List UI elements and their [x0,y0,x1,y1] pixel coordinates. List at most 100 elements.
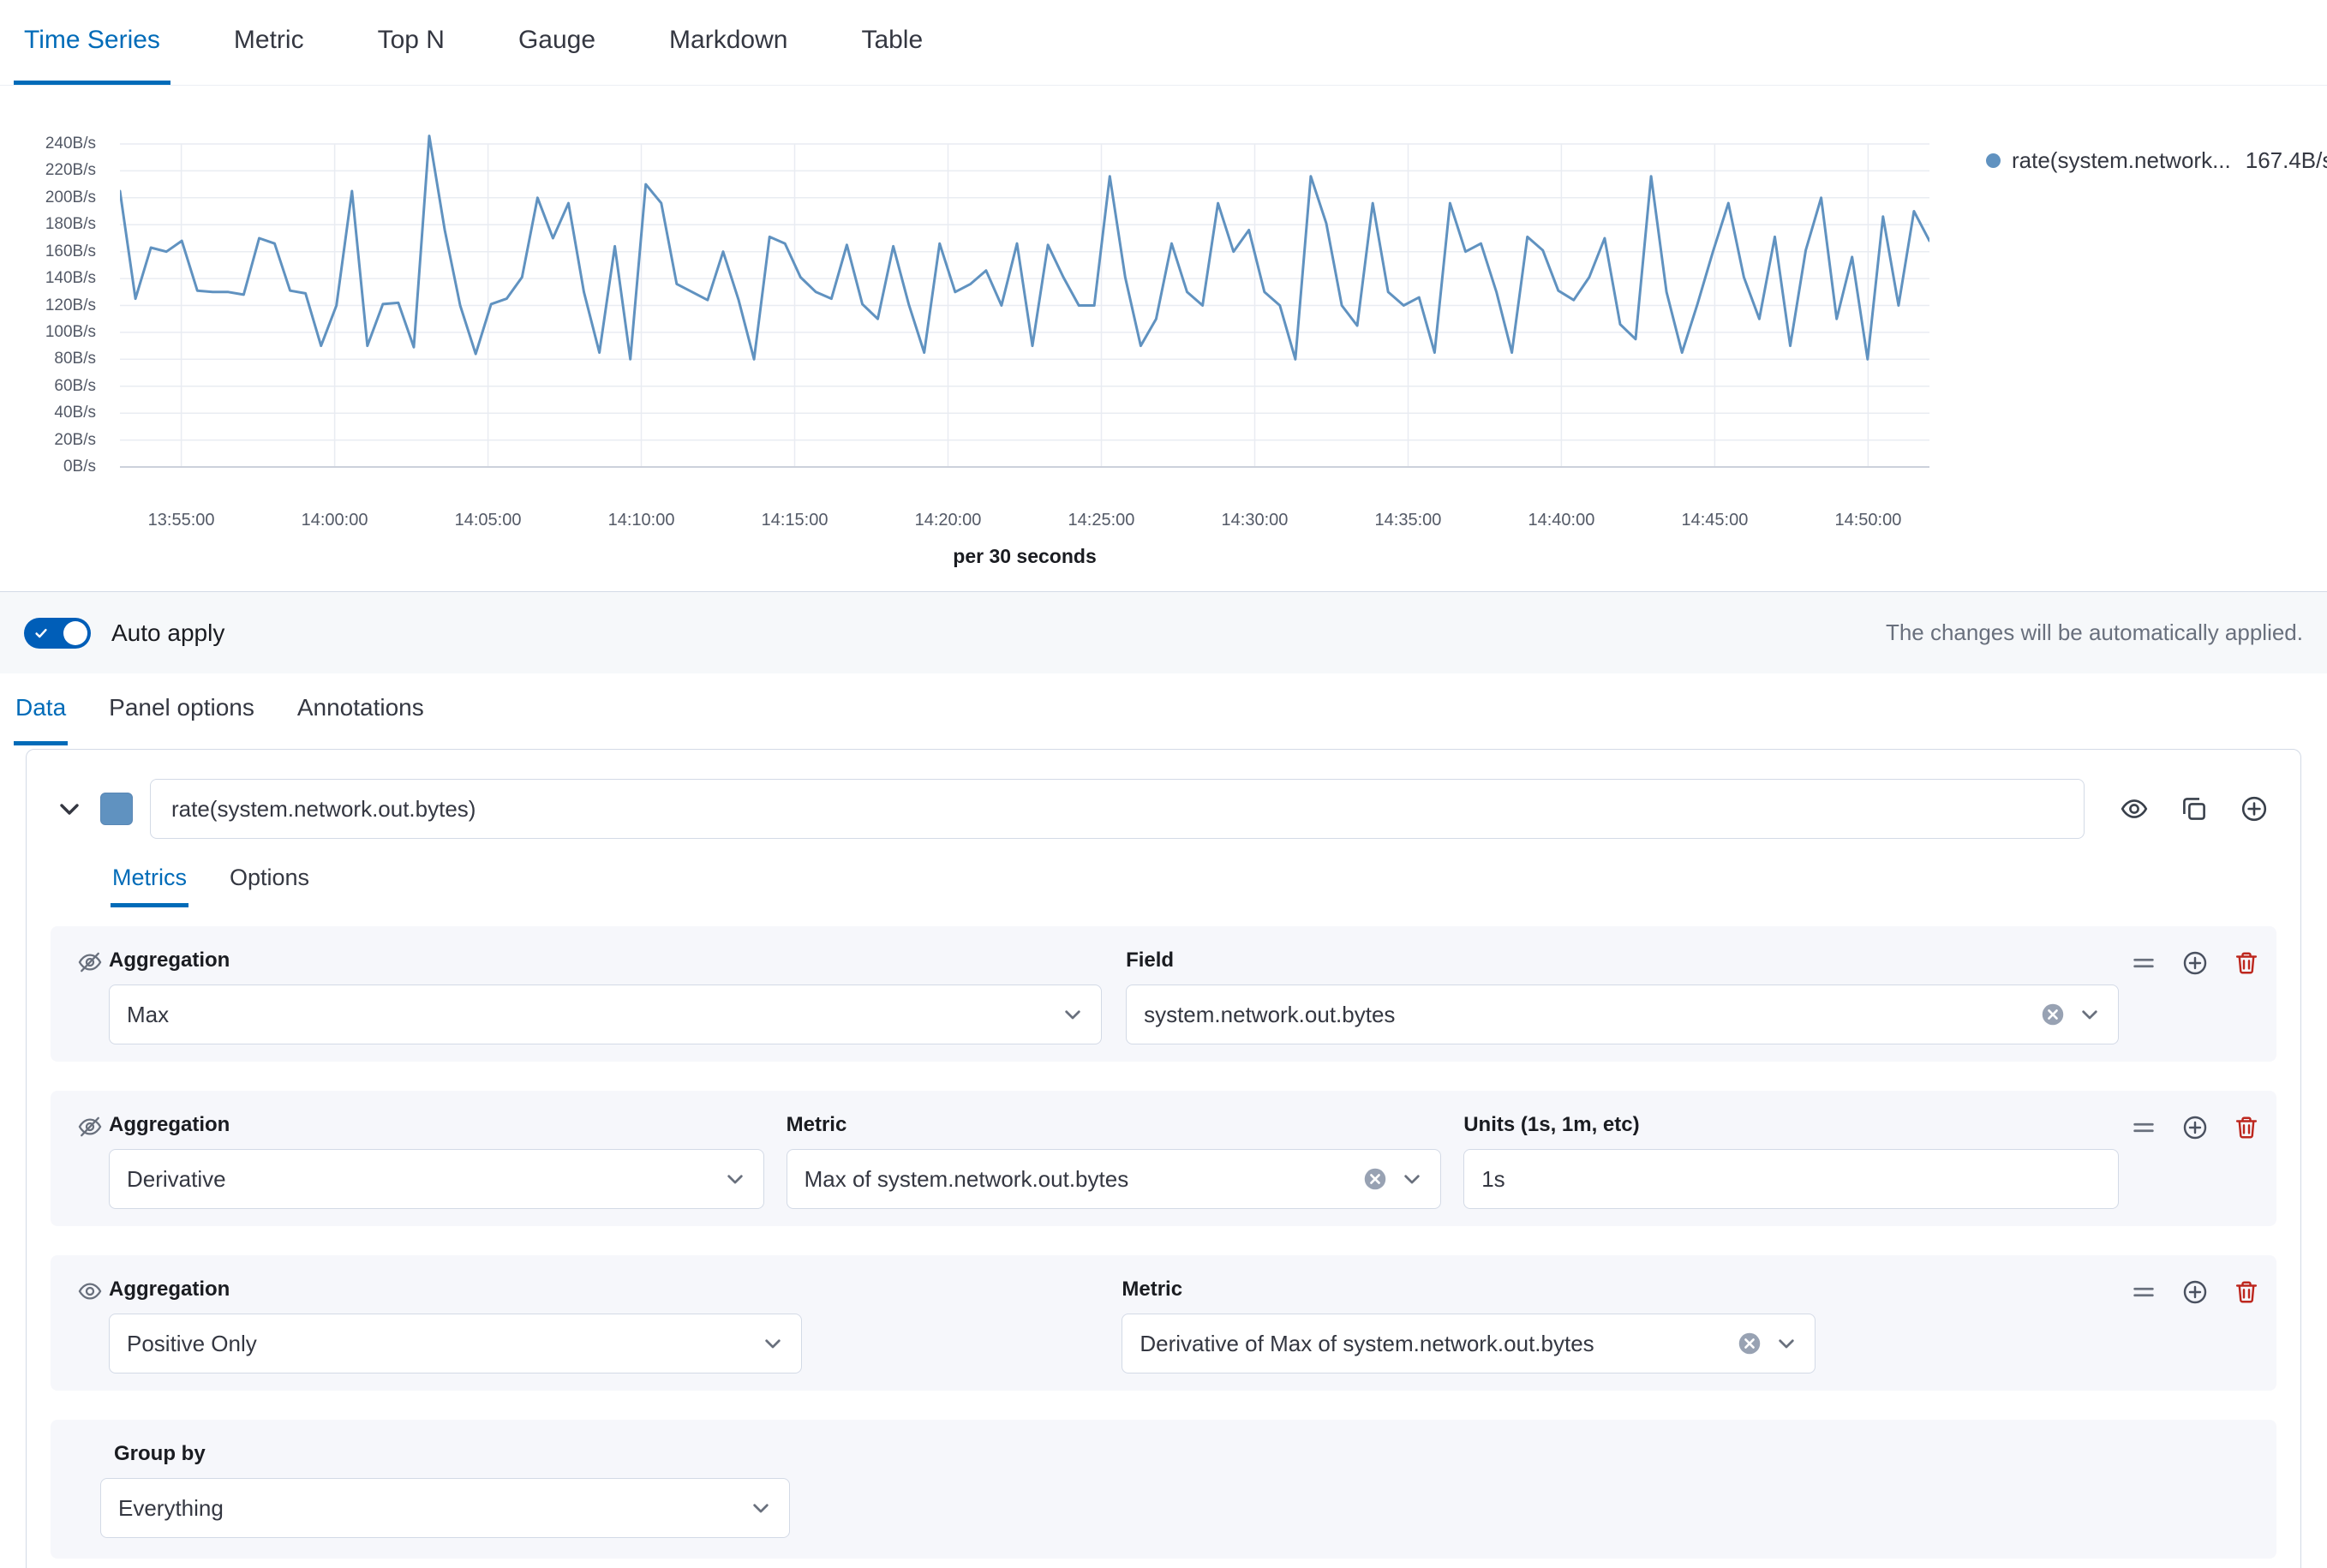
y-tick-label: 20B/s [0,430,96,451]
field-label: Field [1126,949,2119,973]
legend-series-label: rate(system.network... [2012,147,2231,174]
delete-metric-icon[interactable] [2234,1115,2259,1140]
x-tick-label: 14:05:00 [455,511,522,530]
editor-tabs: Data Panel options Annotations [0,673,2327,745]
tab-top-n[interactable]: Top N [368,0,455,85]
tab-data[interactable]: Data [14,673,68,745]
clear-selection-icon[interactable] [1363,1167,1387,1191]
chevron-down-icon [724,1168,746,1190]
clear-selection-icon[interactable] [1738,1332,1762,1356]
chevron-down-icon [1775,1332,1798,1355]
timeseries-plot[interactable] [120,128,1929,471]
x-axis-labels: 13:55:0014:00:0014:05:0014:10:0014:15:00… [120,511,1929,535]
chevron-down-icon [2079,1003,2101,1026]
y-tick-label: 240B/s [0,134,96,154]
field-combo[interactable]: system.network.out.bytes [1126,984,2119,1044]
y-tick-label: 200B/s [0,188,96,208]
tab-table[interactable]: Table [851,0,933,85]
tab-options[interactable]: Options [228,865,311,907]
group-by-select[interactable]: Everything [100,1478,790,1538]
aggregation-rows: Aggregation Max Field system.network.out… [51,926,2276,1568]
add-series-icon[interactable] [2240,795,2268,823]
metric-combo[interactable]: Derivative of Max of system.network.out.… [1122,1314,1815,1373]
series-color-swatch[interactable] [100,793,133,825]
tab-gauge[interactable]: Gauge [508,0,606,85]
metric-combo-value: Derivative of Max of system.network.out.… [1140,1331,1594,1357]
aggregation-row-derivative: Aggregation Derivative Metric Max of sys… [51,1091,2276,1226]
chevron-down-icon [1401,1168,1423,1190]
x-tick-label: 14:35:00 [1375,511,1442,530]
tab-metrics[interactable]: Metrics [111,865,188,907]
eye-icon[interactable] [78,1279,102,1303]
y-tick-label: 160B/s [0,242,96,262]
aggregation-select-value: Max [127,1002,169,1028]
tab-metric[interactable]: Metric [224,0,314,85]
y-tick-label: 100B/s [0,322,96,343]
aggregation-select[interactable]: Derivative [109,1149,764,1209]
y-axis-labels: 240B/s220B/s200B/s180B/s160B/s140B/s120B… [0,86,108,591]
aggregation-select-value: Derivative [127,1166,226,1193]
legend-series-dot-icon [1986,153,2001,168]
metric-combo[interactable]: Max of system.network.out.bytes [787,1149,1442,1209]
metric-label: Metric [1122,1278,1815,1302]
add-metric-icon[interactable] [2182,1279,2208,1305]
eye-slash-icon[interactable] [78,1115,102,1139]
x-tick-label: 14:15:00 [762,511,829,530]
x-tick-label: 14:00:00 [302,511,368,530]
aggregation-select[interactable]: Positive Only [109,1314,802,1373]
aggregation-row-max: Aggregation Max Field system.network.out… [51,926,2276,1062]
delete-metric-icon[interactable] [2234,1279,2259,1305]
tab-time-series[interactable]: Time Series [14,0,170,85]
series-label-input[interactable] [150,779,2085,839]
field-combo-value: system.network.out.bytes [1144,1002,1395,1028]
chevron-down-icon[interactable] [56,795,83,823]
y-tick-label: 40B/s [0,403,96,423]
tab-annotations[interactable]: Annotations [296,673,426,745]
visualization-type-tabs: Time Series Metric Top N Gauge Markdown … [0,0,2327,86]
chart-legend: rate(system.network... 167.4B/s [1929,86,2327,591]
row-actions [2131,950,2259,976]
x-tick-label: 14:20:00 [915,511,982,530]
drag-handle-icon[interactable] [2131,1279,2157,1305]
auto-apply-label: Auto apply [111,619,224,647]
tab-markdown[interactable]: Markdown [659,0,798,85]
add-metric-icon[interactable] [2182,1115,2208,1140]
auto-apply-bar: Auto apply The changes will be automatic… [0,591,2327,673]
x-axis-title: per 30 seconds [120,545,1929,568]
x-tick-label: 14:30:00 [1222,511,1289,530]
y-tick-label: 180B/s [0,214,96,235]
clear-selection-icon[interactable] [2041,1002,2065,1026]
x-tick-label: 14:45:00 [1681,511,1748,530]
row-actions [2131,1115,2259,1140]
y-tick-label: 140B/s [0,268,96,289]
y-tick-label: 220B/s [0,160,96,181]
aggregation-label: Aggregation [109,1113,764,1137]
drag-handle-icon[interactable] [2131,950,2157,976]
aggregation-select[interactable]: Max [109,984,1102,1044]
switch-knob [63,621,87,645]
x-tick-label: 14:25:00 [1068,511,1135,530]
eye-slash-icon[interactable] [78,950,102,974]
y-tick-label: 60B/s [0,376,96,397]
delete-metric-icon[interactable] [2234,950,2259,976]
metric-combo-value: Max of system.network.out.bytes [805,1166,1129,1193]
add-metric-icon[interactable] [2182,950,2208,976]
series-editor-panel: Metrics Options Aggregation Max Field [26,749,2301,1568]
toggle-series-visibility-icon[interactable] [2121,795,2148,823]
legend-series-value: 167.4B/s [2246,147,2327,174]
group-by-section: Group by Everything [51,1420,2276,1559]
chevron-down-icon [1062,1003,1084,1026]
series-header-actions [2121,795,2268,823]
auto-apply-switch[interactable] [24,618,91,649]
group-by-label: Group by [114,1442,2252,1466]
chevron-down-icon [750,1497,772,1519]
units-label: Units (1s, 1m, etc) [1463,1113,2119,1137]
aggregation-row-positive-only: Aggregation Positive Only Metric Derivat… [51,1255,2276,1391]
aggregation-label: Aggregation [109,1278,802,1302]
tab-panel-options[interactable]: Panel options [107,673,256,745]
drag-handle-icon[interactable] [2131,1115,2157,1140]
units-input[interactable] [1463,1149,2119,1209]
clone-series-icon[interactable] [2180,795,2208,823]
metric-label: Metric [787,1113,1442,1137]
legend-item[interactable]: rate(system.network... 167.4B/s [1986,147,2318,174]
